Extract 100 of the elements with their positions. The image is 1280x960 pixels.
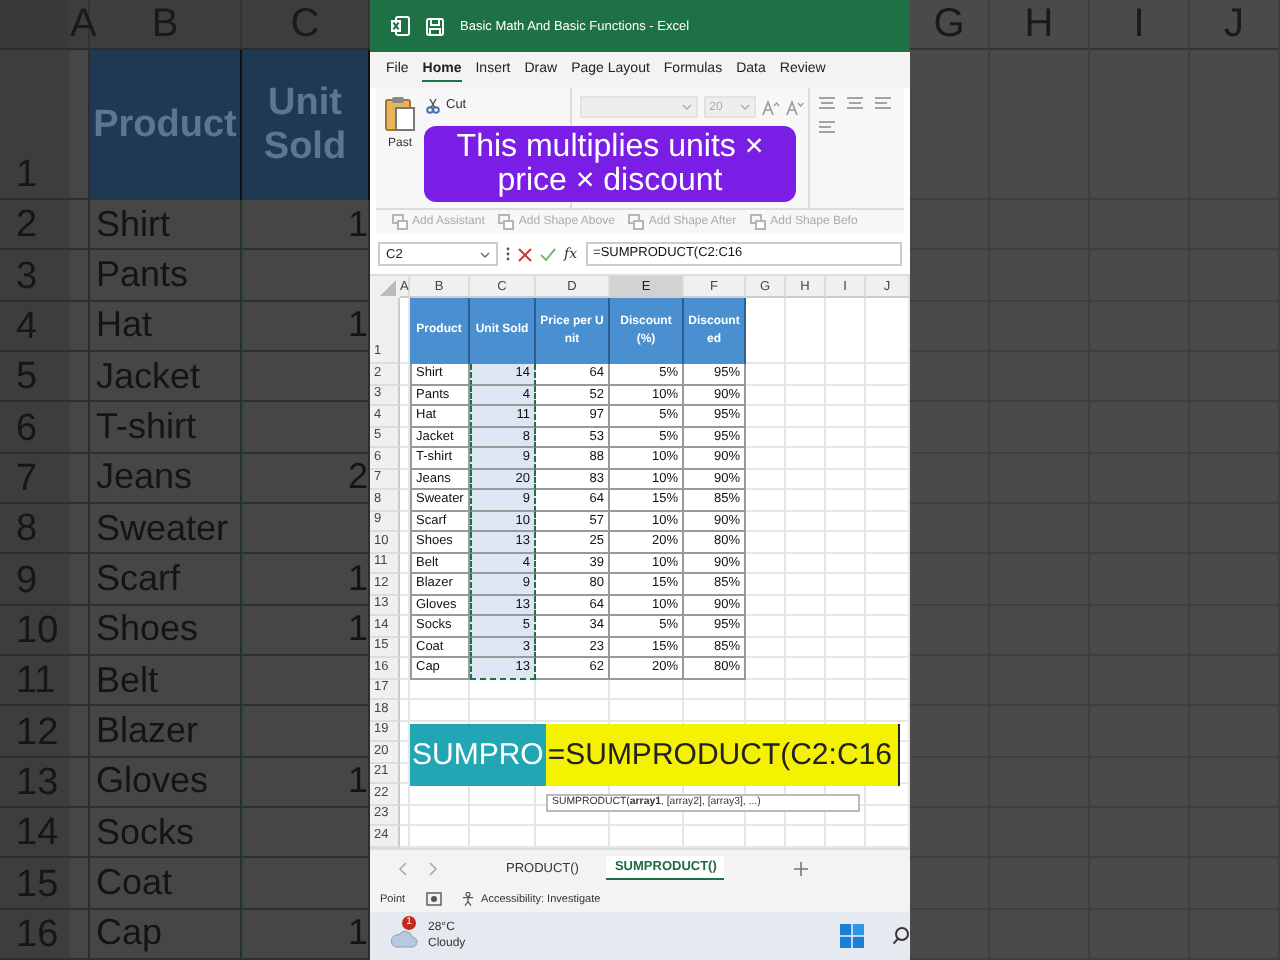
empty-cell <box>786 469 826 490</box>
cloud-icon <box>390 930 418 948</box>
empty-cell <box>826 616 866 637</box>
cancel-icon[interactable] <box>518 247 532 261</box>
empty-cell <box>786 385 826 406</box>
align-left-icon[interactable] <box>873 96 892 110</box>
empty-cell <box>826 364 866 385</box>
windows-logo-icon[interactable] <box>840 924 864 948</box>
chevron-left-icon[interactable] <box>398 861 408 875</box>
empty-cell <box>684 679 746 700</box>
empty-cell <box>826 595 866 616</box>
empty-cell <box>826 679 866 700</box>
excel-logo-icon <box>390 16 410 36</box>
empty-cell <box>746 595 786 616</box>
caption-banner: This multiplies units × price × discount <box>424 126 796 202</box>
empty-cell <box>746 427 786 448</box>
empty-cell <box>826 469 866 490</box>
empty-cell <box>786 616 826 637</box>
empty-cell <box>746 553 786 574</box>
empty-cell <box>746 364 786 385</box>
empty-cell <box>470 679 536 700</box>
empty-cell <box>610 700 684 721</box>
empty-cell <box>786 427 826 448</box>
empty-cell <box>826 700 866 721</box>
checkmark-icon[interactable] <box>540 247 556 261</box>
empty-cell <box>684 700 746 721</box>
macro-record-icon[interactable] <box>425 892 442 906</box>
empty-cell <box>826 511 866 532</box>
increase-font-size-icon[interactable] <box>761 99 780 115</box>
empty-cell <box>826 553 866 574</box>
empty-cell <box>746 448 786 469</box>
empty-cell <box>826 490 866 511</box>
empty-cell <box>410 700 470 721</box>
dropdown-caret-icon <box>480 251 490 257</box>
formula-overlay: =SUMPRODUCT(C2:C16 <box>545 724 900 786</box>
empty-cell <box>746 532 786 553</box>
empty-cell <box>746 511 786 532</box>
cell-text-overlay: SUMPRO <box>410 724 546 786</box>
empty-cell <box>746 700 786 721</box>
accessibility-icon <box>461 892 478 906</box>
align-left-icon[interactable] <box>817 120 836 134</box>
table-cell <box>242 351 370 403</box>
empty-cell <box>786 553 826 574</box>
search-icon[interactable] <box>892 926 910 946</box>
empty-cell <box>826 385 866 406</box>
empty-cell <box>470 700 536 721</box>
empty-cell <box>786 532 826 553</box>
table-header-cell: Unit Sold <box>242 50 370 200</box>
empty-cell <box>746 616 786 637</box>
table-cell <box>242 706 370 758</box>
save-icon[interactable] <box>426 17 444 35</box>
empty-cell <box>470 805 536 826</box>
empty-cell <box>536 679 610 700</box>
empty-cell <box>786 658 826 679</box>
decrease-font-size-icon[interactable] <box>785 99 804 115</box>
font-name-field[interactable] <box>579 96 698 118</box>
empty-cell <box>610 679 684 700</box>
empty-cell <box>786 448 826 469</box>
align-center-icon[interactable] <box>845 96 864 110</box>
table-cell <box>242 503 370 555</box>
empty-cell <box>410 805 470 826</box>
empty-cell <box>786 574 826 595</box>
empty-cell <box>746 637 786 658</box>
table-header-cell: Product <box>90 50 242 200</box>
empty-cell <box>826 574 866 595</box>
empty-cell <box>786 595 826 616</box>
empty-cell <box>786 511 826 532</box>
scissors-icon <box>426 97 440 113</box>
empty-cell <box>826 448 866 469</box>
select-all-icon[interactable] <box>370 276 400 298</box>
empty-cell <box>746 385 786 406</box>
table-cell <box>242 807 370 859</box>
empty-cell <box>410 679 470 700</box>
empty-cell <box>746 658 786 679</box>
dropdown-caret-icon <box>681 104 692 110</box>
add-sheet-icon[interactable] <box>794 861 809 875</box>
empty-cell <box>746 490 786 511</box>
dropdown-caret-icon <box>739 104 750 110</box>
empty-cell <box>786 679 826 700</box>
empty-cell <box>826 658 866 679</box>
empty-cell <box>786 490 826 511</box>
empty-cell <box>826 637 866 658</box>
table-cell <box>242 655 370 707</box>
align-center-icon[interactable] <box>817 96 836 110</box>
clipboard-icon <box>384 96 416 132</box>
empty-cell <box>536 700 610 721</box>
empty-cell <box>746 406 786 427</box>
table-cell <box>242 858 370 910</box>
empty-cell <box>786 637 826 658</box>
table-cell <box>242 250 370 302</box>
empty-cell <box>786 406 826 427</box>
empty-cell <box>826 406 866 427</box>
empty-cell <box>826 427 866 448</box>
empty-cell <box>786 364 826 385</box>
chevron-right-icon[interactable] <box>428 861 438 875</box>
empty-cell <box>786 700 826 721</box>
empty-cell <box>826 532 866 553</box>
empty-cell <box>746 574 786 595</box>
empty-cell <box>746 469 786 490</box>
table-cell <box>242 402 370 454</box>
